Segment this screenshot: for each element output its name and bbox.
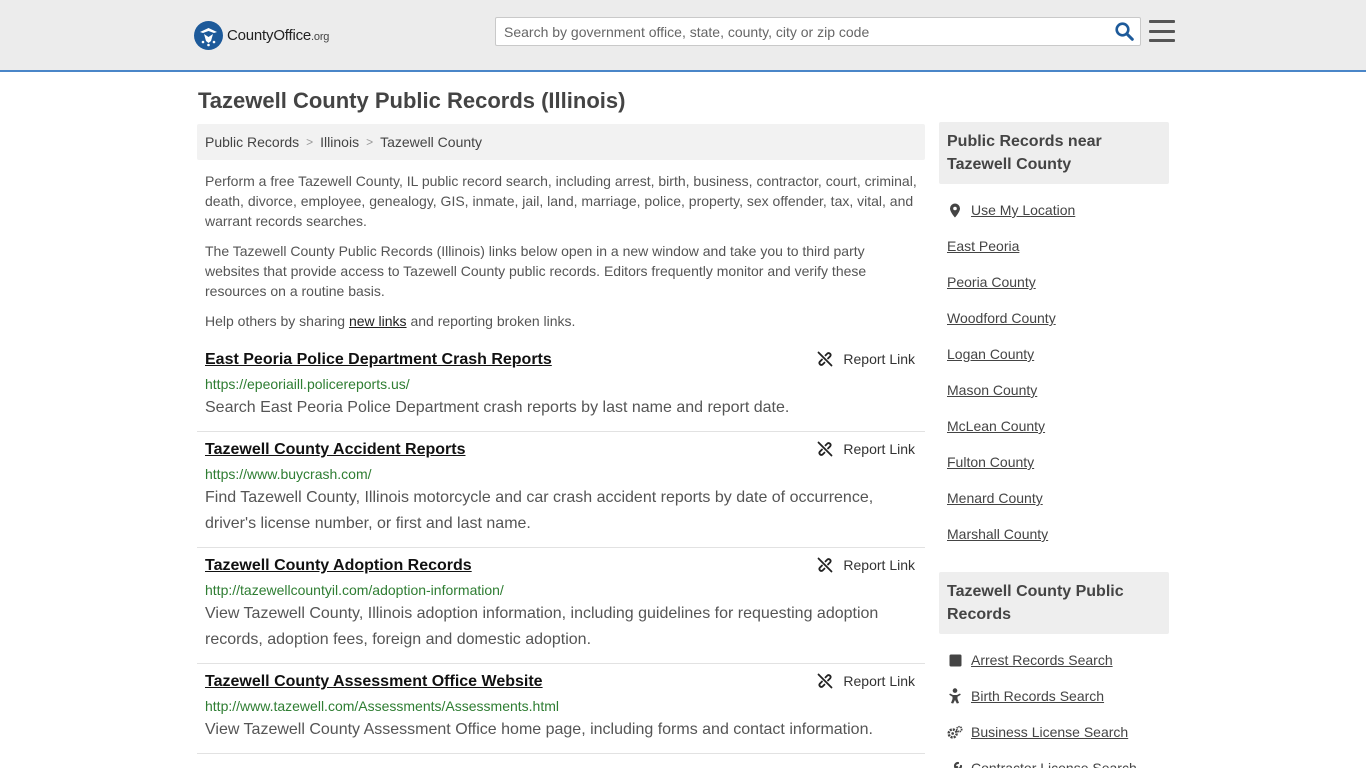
results-list: East Peoria Police Department Crash Repo… <box>197 342 925 754</box>
breadcrumb-separator: > <box>306 135 314 149</box>
nearby-item: Mason County <box>947 372 1169 408</box>
nearby-item: Menard County <box>947 480 1169 516</box>
breadcrumb-item-tazewell-county[interactable]: Tazewell County <box>380 134 482 150</box>
nearby-link-mason-county[interactable]: Mason County <box>947 382 1037 398</box>
report-link-button[interactable]: Report Link <box>817 351 915 367</box>
county-records-heading: Tazewell County Public Records <box>939 572 1169 634</box>
search-input[interactable] <box>496 18 1108 45</box>
county-records-panel: Tazewell County Public Records Arrest Re… <box>939 572 1169 768</box>
map-marker-icon <box>947 202 963 218</box>
nearby-link-fulton-county[interactable]: Fulton County <box>947 454 1034 470</box>
result-url: http://www.tazewell.com/Assessments/Asse… <box>205 698 559 714</box>
result-url: https://www.buycrash.com/ <box>205 466 372 482</box>
result-url: https://epeoriaill.policereports.us/ <box>205 376 410 392</box>
use-location-link[interactable]: Use My Location <box>971 202 1075 218</box>
page-title: Tazewell County Public Records (Illinois… <box>198 88 626 113</box>
nearby-link-marshall-county[interactable]: Marshall County <box>947 526 1048 542</box>
result-description: View Tazewell County Assessment Office h… <box>205 721 873 738</box>
top-bar: CountyOffice.org <box>0 0 1366 72</box>
business-license-link[interactable]: Business License Search <box>971 724 1128 740</box>
nearby-records-heading: Public Records near Tazewell County <box>939 122 1169 184</box>
result-url: http://tazewellcountyil.com/adoption-inf… <box>205 582 504 598</box>
result-title-link[interactable]: East Peoria Police Department Crash Repo… <box>205 350 552 370</box>
nearby-link-peoria-county[interactable]: Peoria County <box>947 274 1036 290</box>
nearby-item: East Peoria <box>947 228 1169 264</box>
nearby-item: Fulton County <box>947 444 1169 480</box>
result-description: Search East Peoria Police Department cra… <box>205 399 790 416</box>
arrest-records-link[interactable]: Arrest Records Search <box>971 652 1113 668</box>
broken-link-icon <box>818 557 833 573</box>
result-title-link[interactable]: Tazewell County Adoption Records <box>205 556 472 576</box>
report-link-button[interactable]: Report Link <box>817 441 915 457</box>
nearby-item: Logan County <box>947 336 1169 372</box>
broken-link-icon <box>818 441 833 457</box>
records-item: Arrest Records Search <box>947 642 1169 678</box>
breadcrumb-item-public-records[interactable]: Public Records <box>205 134 299 150</box>
records-item: Contractor License Search <box>947 750 1169 768</box>
tools-icon <box>947 760 963 768</box>
gears-icon <box>947 724 963 740</box>
hamburger-menu-icon[interactable] <box>1149 19 1175 43</box>
result-item: Tazewell County Accident Reports Report … <box>197 432 925 548</box>
search-button[interactable] <box>1108 18 1140 45</box>
site-logo[interactable]: CountyOffice.org <box>194 20 329 50</box>
broken-link-icon <box>818 351 833 367</box>
result-title-link[interactable]: Tazewell County Accident Reports <box>205 440 465 460</box>
records-item: Birth Records Search <box>947 678 1169 714</box>
use-location-item: Use My Location <box>947 192 1169 228</box>
nearby-link-menard-county[interactable]: Menard County <box>947 490 1043 506</box>
nearby-list: Use My Location East Peoria Peoria Count… <box>939 184 1169 552</box>
new-links-link[interactable]: new links <box>349 313 407 329</box>
nearby-records-panel: Public Records near Tazewell County Use … <box>939 122 1169 552</box>
result-item: Tazewell County Assessment Office Websit… <box>197 664 925 754</box>
nearby-item: Peoria County <box>947 264 1169 300</box>
broken-link-icon <box>818 673 833 689</box>
county-records-list: Arrest Records Search Birth Records Sear… <box>939 634 1169 768</box>
search-box <box>495 17 1141 46</box>
result-item: East Peoria Police Department Crash Repo… <box>197 342 925 432</box>
search-icon <box>1114 22 1134 41</box>
records-item: Business License Search <box>947 714 1169 750</box>
nearby-link-woodford-county[interactable]: Woodford County <box>947 310 1056 326</box>
logo-text: CountyOffice.org <box>227 26 330 44</box>
report-link-button[interactable]: Report Link <box>817 557 915 573</box>
logo-seal-icon <box>194 20 223 50</box>
nearby-item: Marshall County <box>947 516 1169 552</box>
contractor-license-link[interactable]: Contractor License Search <box>971 760 1137 768</box>
nearby-item: Woodford County <box>947 300 1169 336</box>
main-content: Public Records > Illinois > Tazewell Cou… <box>197 124 925 754</box>
share-links-text: Help others by sharing new links and rep… <box>205 313 576 329</box>
intro-paragraph: The Tazewell County Public Records (Illi… <box>205 243 867 299</box>
report-link-button[interactable]: Report Link <box>817 673 915 689</box>
result-item: Tazewell County Adoption Records Report … <box>197 548 925 664</box>
intro-paragraph: Perform a free Tazewell County, IL publi… <box>205 173 917 229</box>
nearby-link-logan-county[interactable]: Logan County <box>947 346 1034 362</box>
breadcrumb-item-illinois[interactable]: Illinois <box>320 134 359 150</box>
result-description: View Tazewell County, Illinois adoption … <box>205 605 879 648</box>
birth-records-link[interactable]: Birth Records Search <box>971 688 1104 704</box>
baby-icon <box>947 688 963 704</box>
breadcrumb-separator: > <box>366 135 374 149</box>
nearby-item: McLean County <box>947 408 1169 444</box>
nearby-link-east-peoria[interactable]: East Peoria <box>947 238 1019 254</box>
breadcrumb: Public Records > Illinois > Tazewell Cou… <box>197 124 925 160</box>
result-description: Find Tazewell County, Illinois motorcycl… <box>205 489 874 532</box>
square-icon <box>947 652 963 668</box>
nearby-link-mclean-county[interactable]: McLean County <box>947 418 1045 434</box>
result-title-link[interactable]: Tazewell County Assessment Office Websit… <box>205 672 543 692</box>
intro-text: Perform a free Tazewell County, IL publi… <box>197 160 925 331</box>
